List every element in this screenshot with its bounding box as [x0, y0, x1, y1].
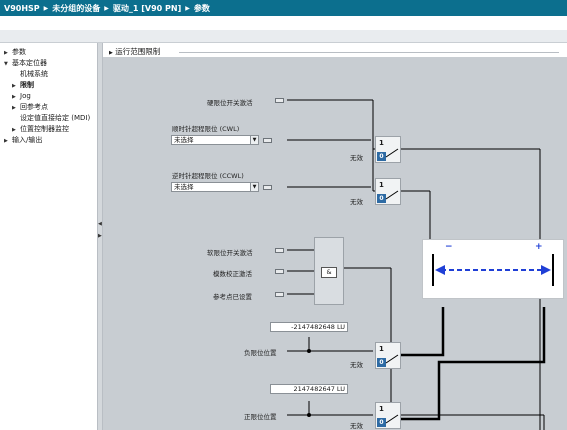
nav-item-parameters[interactable]: ▶ 参数 [4, 48, 26, 58]
plus-sign: + [535, 242, 543, 252]
cw-limit-select[interactable]: 未选择 ▼ [171, 135, 259, 145]
minus-sign: − [445, 242, 453, 252]
breadcrumb-item[interactable]: 未分组的设备 [52, 3, 100, 14]
input-connector [275, 248, 284, 253]
expand-arrow-icon[interactable]: ▶ [4, 137, 12, 146]
breadcrumb-separator-icon: ▶ [104, 4, 109, 12]
section-header: ▶ 运行范围限制 [109, 46, 160, 57]
switch-block: 1 0 [375, 342, 401, 369]
and-gate: & [314, 237, 344, 305]
breadcrumb-item[interactable]: 参数 [194, 3, 210, 14]
neg-limit-label: 负限位位置 [244, 349, 277, 357]
collapse-left-icon[interactable]: ◀ [98, 221, 102, 227]
breadcrumb-separator-icon: ▶ [43, 4, 49, 12]
invalid-label: 无效 [350, 361, 363, 369]
invalid-label: 无效 [350, 198, 363, 206]
ccw-limit-select[interactable]: 未选择 ▼ [171, 182, 259, 192]
input-connector [263, 138, 272, 143]
expand-arrow-icon[interactable]: ▶ [12, 93, 20, 102]
switch-block: 1 0 [375, 402, 401, 429]
nav-item-mechanics[interactable]: 机械系统 [20, 70, 48, 79]
ccw-limit-label: 逆时针超程限位 (CCWL) [172, 172, 244, 180]
input-connector [275, 269, 284, 274]
pos-limit-value[interactable]: 2147482647 LU [270, 384, 348, 394]
input-connector [275, 292, 284, 297]
function-diagram: 硬限位开关激活 顺时针超程限位 (CWL) 未选择 ▼ 逆时针超程限位 (CCW… [103, 57, 567, 430]
hw-limit-label: 硬限位开关激活 [207, 99, 253, 107]
collapse-arrow-icon[interactable]: ▼ [4, 60, 12, 69]
expand-arrow-icon[interactable]: ▶ [12, 82, 20, 91]
and-symbol: & [321, 267, 337, 278]
cw-limit-label: 顺时针超程限位 (CWL) [172, 125, 240, 133]
switch-block: 1 0 [375, 136, 401, 163]
nav-item-basic-positioner[interactable]: ▼ 基本定位器 [4, 59, 47, 69]
motion-range-panel: − + [422, 239, 564, 299]
modulo-label: 模数校正激活 [213, 270, 252, 278]
parameter-content: ▶ 运行范围限制 硬限位开关激活 顺时针超程限位 (CWL) 未选择 ▼ 逆时针… [103, 43, 567, 430]
breadcrumb-item[interactable]: 驱动_1 [V90 PN] [113, 3, 181, 14]
sw-limit-label: 软限位开关激活 [207, 249, 253, 257]
nav-item-homing[interactable]: ▶ 回参考点 [12, 103, 48, 113]
section-arrow-icon: ▶ [109, 50, 113, 56]
nav-item-limits[interactable]: ▶ 限制 [12, 81, 34, 91]
chevron-down-icon[interactable]: ▼ [250, 136, 258, 144]
input-connector [263, 185, 272, 190]
nav-item-position-monitor[interactable]: ▶ 位置控制器监控 [12, 125, 69, 135]
pos-limit-label: 正限位位置 [244, 413, 277, 421]
nav-item-io[interactable]: ▶ 输入/输出 [4, 136, 42, 146]
section-divider [179, 52, 559, 53]
toolbar-strip [0, 30, 567, 43]
navigation-tree: ▶ 参数 ▼ 基本定位器 机械系统 ▶ 限制 ▶ Jog ▶ 回参考点 设定值直接给定 (… [0, 43, 97, 430]
breadcrumb-item[interactable]: V90HSP [4, 4, 40, 13]
section-title: 运行范围限制 [115, 47, 161, 56]
invalid-label: 无效 [350, 422, 363, 430]
switch-block: 1 0 [375, 178, 401, 205]
expand-arrow-icon[interactable]: ▶ [12, 126, 20, 135]
breadcrumb: V90HSP ▶ 未分组的设备 ▶ 驱动_1 [V90 PN] ▶ 参数 [0, 0, 567, 16]
expand-right-icon[interactable]: ▶ [98, 233, 102, 239]
expand-arrow-icon[interactable]: ▶ [12, 104, 20, 113]
input-connector [275, 98, 284, 103]
nav-item-jog[interactable]: ▶ Jog [12, 92, 31, 102]
chevron-down-icon[interactable]: ▼ [250, 183, 258, 191]
nav-item-mdi[interactable]: 设定值直接给定 (MDI) [20, 114, 90, 123]
toolbar [0, 16, 567, 30]
expand-arrow-icon[interactable]: ▶ [4, 49, 12, 58]
breadcrumb-separator-icon: ▶ [185, 4, 190, 12]
ref-point-label: 参考点已设置 [213, 293, 252, 301]
neg-limit-value[interactable]: -2147482648 LU [270, 322, 348, 332]
invalid-label: 无效 [350, 154, 363, 162]
